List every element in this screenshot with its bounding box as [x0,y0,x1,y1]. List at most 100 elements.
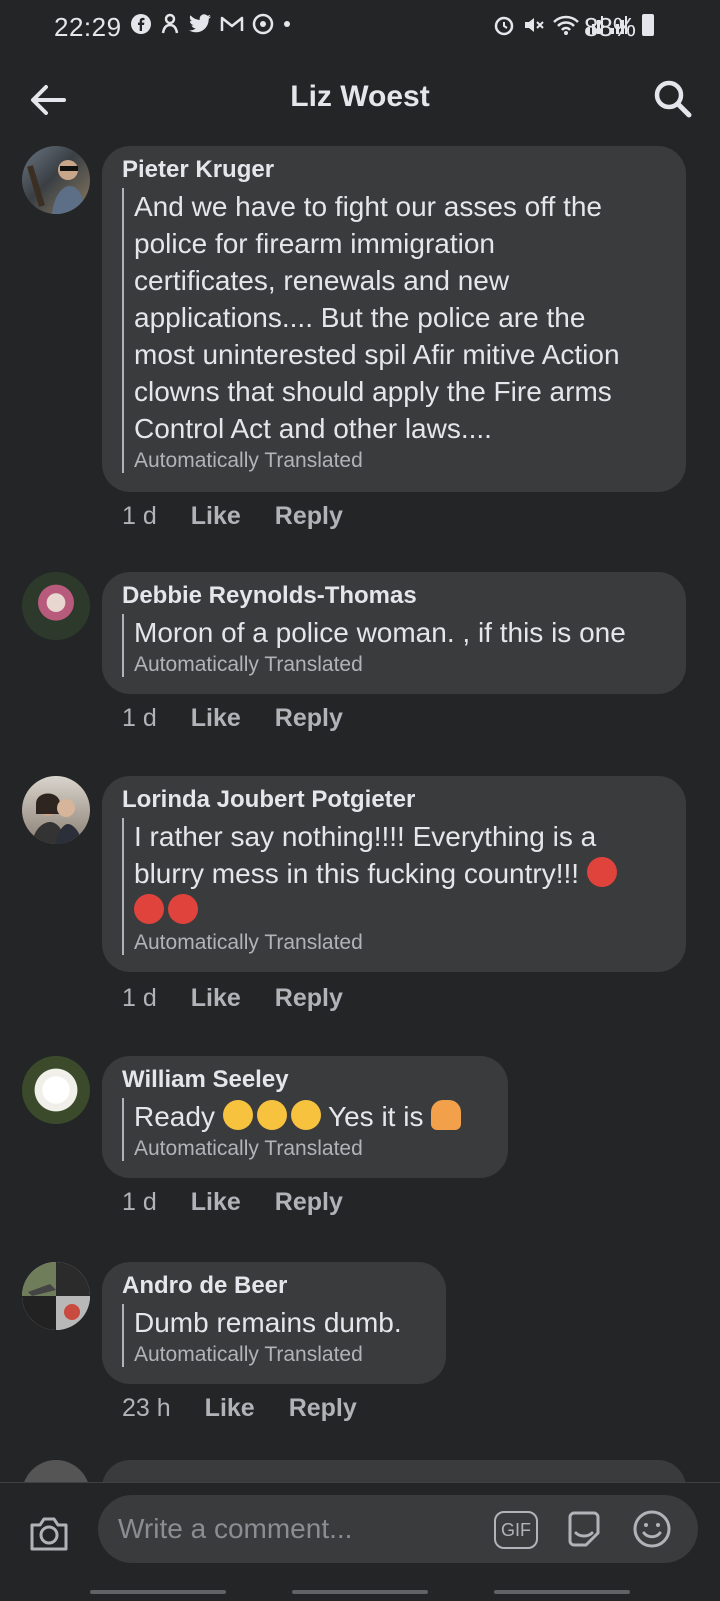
comments-list[interactable]: Pieter Kruger And we have to fight our a… [0,142,720,1482]
search-icon[interactable] [652,78,694,120]
comment-text-part: Ready [134,1101,215,1132]
reply-button[interactable]: Reply [275,704,343,733]
avatar[interactable] [22,572,90,640]
comment-actions: 1 d Like Reply [122,502,343,531]
gmail-icon [220,16,244,31]
battery-level: 88% [583,12,636,42]
angry-face-emoji-icon [134,894,164,924]
comment-author[interactable]: Andro de Beer [122,1272,426,1300]
like-button[interactable]: Like [191,984,241,1013]
notification-icons [130,13,292,35]
angry-face-emoji-icon [586,857,617,887]
comment-line: And we have to fight our asses off the [134,191,603,222]
nav-back[interactable] [494,1590,630,1594]
camera-icon[interactable] [28,1513,70,1553]
comment-line: Dumb remains dumb. [134,1307,402,1338]
comment-text: Ready Yes it is [134,1098,488,1135]
emoji-icon[interactable] [632,1509,672,1549]
translated-block: Ready Yes it is Automatically Translated [122,1098,488,1161]
facebook-icon [131,14,151,34]
comment-line: Moron of a police woman. , if this is on… [134,617,626,648]
comment-bubble[interactable]: Debbie Reynolds-Thomas Moron of a police… [102,572,686,694]
comment-time[interactable]: 1 d [122,984,157,1013]
app-notification-icon [161,13,179,34]
comment-line [134,892,666,929]
reply-button[interactable]: Reply [275,502,343,531]
reply-button[interactable]: Reply [275,984,343,1013]
translation-note[interactable]: Automatically Translated [134,449,666,473]
twitter-icon [189,14,211,33]
translated-block: I rather say nothing!!!! Everything is a… [122,818,666,955]
avatar[interactable] [22,1262,90,1330]
like-button[interactable]: Like [191,1188,241,1217]
comment-author[interactable]: William Seeley [122,1066,488,1094]
page-title: Liz Woest [290,80,430,113]
person-facepalming-emoji-icon [431,1100,462,1130]
comment-time[interactable]: 23 h [122,1394,171,1423]
comment-author[interactable]: Lorinda Joubert Potgieter [122,786,666,814]
clock: 22:29 [54,12,122,42]
comment-line: certificates, renewals and new [134,265,510,296]
avatar[interactable] [22,1056,90,1124]
comment-author[interactable]: Pieter Kruger [122,156,666,184]
comment-line: applications.... But the police are the [134,302,586,333]
thinking-face-emoji-icon [290,1100,321,1130]
comment-text: I rather say nothing!!!! Everything is a… [134,818,666,929]
nav-home[interactable] [292,1590,428,1594]
angry-face-emoji-icon [168,894,198,924]
comment-author[interactable]: Debbie Reynolds-Thomas [122,582,666,610]
messenger-icon [252,13,274,35]
avatar[interactable] [22,146,90,214]
comment-bubble[interactable]: Pieter Kruger And we have to fight our a… [102,146,686,492]
translation-note[interactable]: Automatically Translated [134,1343,426,1367]
battery-icon [642,14,654,36]
comment-text: And we have to fight our asses off the p… [134,188,666,447]
comment-line: most uninterested spil Afir mitive Actio… [134,339,620,370]
gif-button[interactable]: GIF [494,1511,538,1549]
comment-actions: 1 d Like Reply [122,704,343,733]
wifi-icon [553,15,579,35]
comment-actions: 23 h Like Reply [122,1394,357,1423]
comment-text: Dumb remains dumb. [134,1304,426,1341]
comment-line: Control Act and other laws.... [134,413,492,444]
comment-actions: 1 d Like Reply [122,984,343,1013]
mute-icon [525,18,544,32]
comment-bubble[interactable]: Andro de Beer Dumb remains dumb. Automat… [102,1262,446,1384]
like-button[interactable]: Like [191,502,241,531]
translated-block: Moron of a police woman. , if this is on… [122,614,666,677]
avatar[interactable] [22,1460,90,1482]
like-button[interactable]: Like [191,704,241,733]
translation-note[interactable]: Automatically Translated [134,931,666,955]
system-nav-bar [0,1582,720,1600]
translated-block: And we have to fight our asses off the p… [122,188,666,473]
reply-button[interactable]: Reply [275,1188,343,1217]
comment-line: I rather say nothing!!!! Everything is a [134,821,597,852]
comment-time[interactable]: 1 d [122,502,157,531]
alarm-icon [494,16,514,36]
status-bar: 22:29 88% [0,0,720,56]
reply-button[interactable]: Reply [289,1394,357,1423]
nav-recents[interactable] [90,1590,226,1594]
like-button[interactable]: Like [205,1394,255,1423]
comment-input[interactable]: Write a comment... GIF [98,1495,698,1563]
thinking-face-emoji-icon [256,1100,287,1130]
comment-bubble[interactable]: William Seeley Ready Yes it is Automatic… [102,1056,508,1178]
translation-note[interactable]: Automatically Translated [134,653,666,677]
comment-time[interactable]: 1 d [122,704,157,733]
comment-input-placeholder: Write a comment... [118,1513,353,1544]
comment-line: blurry mess in this fucking country!!! [134,855,666,892]
avatar[interactable] [22,776,90,844]
translated-block: Dumb remains dumb. Automatically Transla… [122,1304,426,1367]
more-notifications-dot-icon [284,21,290,27]
sticker-icon[interactable] [564,1509,604,1549]
comment-line: clowns that should apply the Fire arms [134,376,612,407]
comment-line-text: blurry mess in this fucking country!!! [134,858,580,889]
translation-note[interactable]: Automatically Translated [134,1137,488,1161]
comment-bubble[interactable]: Lorinda Joubert Potgieter I rather say n… [102,776,686,972]
comment-text: Moron of a police woman. , if this is on… [134,614,666,651]
comment-time[interactable]: 1 d [122,1188,157,1217]
thinking-face-emoji-icon [222,1100,253,1130]
comment-actions: 1 d Like Reply [122,1188,343,1217]
comment-line: police for firearm immigration [134,228,495,259]
comment-bubble[interactable] [102,1460,686,1482]
